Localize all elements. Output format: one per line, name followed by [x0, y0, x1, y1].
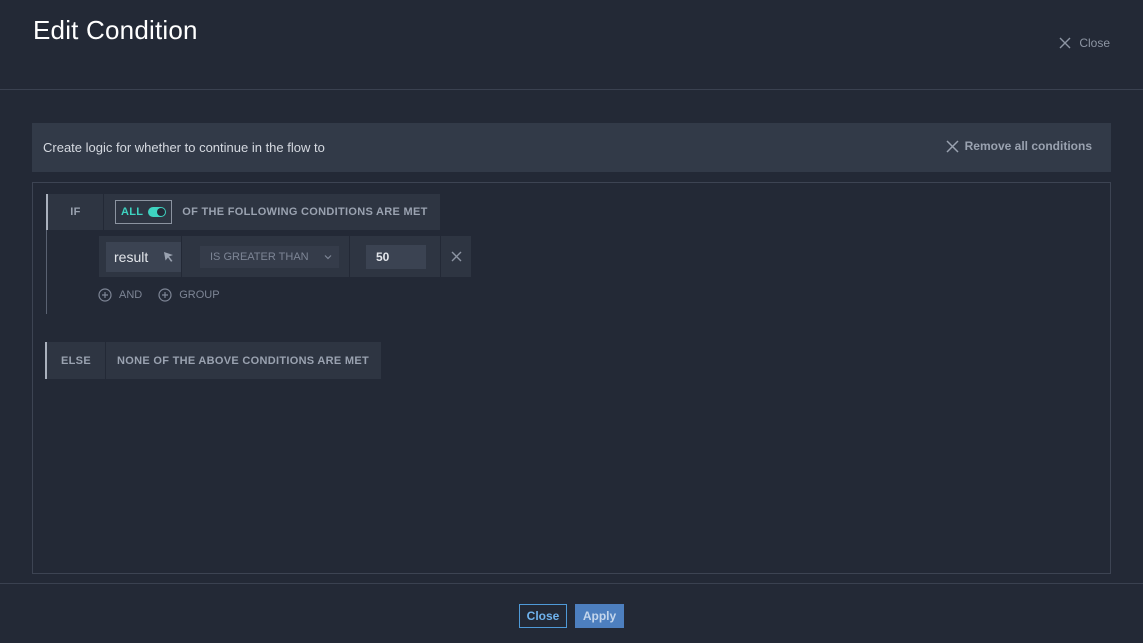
chevron-down-icon [324, 254, 332, 259]
remove-all-label: Remove all conditions [964, 139, 1092, 153]
apply-button[interactable]: Apply [575, 604, 624, 628]
remove-all-conditions-button[interactable]: Remove all conditions [946, 139, 1092, 153]
operator-cell: IS GREATER THAN [182, 236, 350, 277]
add-and-button[interactable]: AND [98, 288, 142, 302]
match-mode-label: ALL [121, 206, 144, 218]
operator-value: IS GREATER THAN [210, 250, 309, 263]
else-header: ELSE NONE OF THE ABOVE CONDITIONS ARE ME… [45, 342, 381, 379]
delete-condition-button[interactable] [441, 236, 471, 277]
if-label: IF [46, 194, 103, 230]
else-label: ELSE [45, 342, 105, 379]
header-close-button[interactable]: Close [1059, 36, 1110, 50]
info-banner: Create logic for whether to continue in … [32, 123, 1111, 172]
add-group-label: GROUP [179, 289, 220, 301]
plus-circle-icon [158, 288, 172, 302]
condition-row: result IS GREATER THAN [99, 236, 471, 277]
header-close-label: Close [1079, 36, 1110, 50]
add-and-label: AND [119, 289, 143, 301]
operator-select[interactable]: IS GREATER THAN [200, 245, 339, 268]
value-cell [350, 236, 441, 277]
page-title: Edit Condition [33, 15, 198, 45]
field-cell: result [99, 236, 182, 277]
close-icon [946, 139, 959, 153]
if-condition-header: ALL OF THE FOLLOWING CONDITIONS ARE MET [104, 194, 440, 230]
value-input[interactable] [366, 244, 426, 269]
toggle-switch-icon [148, 207, 167, 217]
banner-text: Create logic for whether to continue in … [43, 140, 325, 155]
close-icon [451, 251, 461, 262]
if-branch-line [46, 230, 47, 314]
condition-panel: IF ALL OF THE FOLLOWING CONDITIONS ARE M… [32, 182, 1111, 574]
modal-footer: Close Apply [0, 583, 1143, 643]
else-condition-text: NONE OF THE ABOVE CONDITIONS ARE MET [106, 342, 381, 379]
match-mode-toggle[interactable]: ALL [115, 200, 173, 224]
if-header: IF ALL OF THE FOLLOWING CONDITIONS ARE M… [46, 194, 440, 230]
field-selector[interactable]: result [106, 241, 181, 272]
condition-suffix-text: OF THE FOLLOWING CONDITIONS ARE MET [182, 206, 428, 218]
add-condition-row: AND GROUP [98, 288, 236, 302]
field-name: result [114, 248, 149, 265]
close-icon [1059, 37, 1071, 49]
plus-circle-icon [98, 288, 112, 302]
add-group-button[interactable]: GROUP [158, 288, 220, 302]
modal-header: Edit Condition Close [0, 0, 1143, 90]
close-button[interactable]: Close [519, 604, 567, 628]
cursor-pointer-icon [164, 252, 173, 262]
